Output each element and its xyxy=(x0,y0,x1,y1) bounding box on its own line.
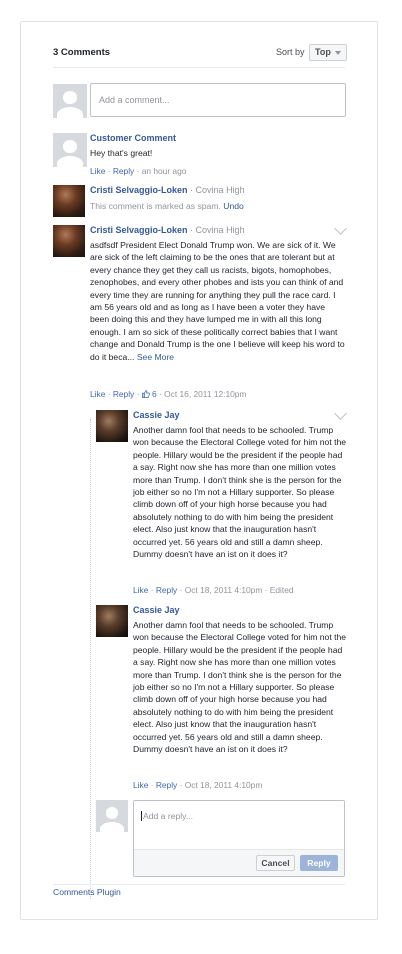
undo-link[interactable]: Undo xyxy=(223,201,244,211)
timestamp[interactable]: Oct 18, 2011 4:10pm xyxy=(185,585,263,595)
reply-link[interactable]: Reply xyxy=(156,780,177,790)
chevron-down-icon[interactable] xyxy=(334,222,347,235)
add-reply-input[interactable]: Add a reply... xyxy=(134,801,344,849)
reply-author[interactable]: Cassie Jay xyxy=(133,605,180,615)
sort-by-label: Sort by xyxy=(276,47,305,57)
like-link[interactable]: Like xyxy=(133,780,148,790)
reply-author[interactable]: Cassie Jay xyxy=(133,410,180,420)
timestamp[interactable]: Oct 16, 2011 12:10pm xyxy=(164,389,246,399)
comment-count: 3 Comments xyxy=(53,47,111,58)
avatar[interactable] xyxy=(53,225,85,257)
reply-actions: Like · Reply · Oct 18, 2011 4:10pm xyxy=(133,780,263,790)
comments-plugin-link[interactable]: Comments Plugin xyxy=(53,887,121,897)
header-divider xyxy=(53,67,345,68)
like-count[interactable]: 6 xyxy=(152,389,157,399)
comment-author[interactable]: Cristi Selvaggio-Loken xyxy=(90,185,188,195)
thumbs-up-icon xyxy=(141,390,150,398)
reply-text: Another damn fool that needs to be schoo… xyxy=(133,425,347,560)
reply-link[interactable]: Reply xyxy=(113,166,134,176)
reply-actions: Like · Reply · Oct 18, 2011 4:10pm · Edi… xyxy=(133,585,294,595)
timestamp[interactable]: Oct 18, 2011 4:10pm xyxy=(185,780,263,790)
composer-avatar xyxy=(53,84,87,118)
comment-header: Cristi Selvaggio-Loken · Covina High xyxy=(90,185,245,195)
avatar[interactable] xyxy=(96,605,128,637)
reply-composer-footer: Cancel Reply xyxy=(134,849,344,876)
reply-composer: Add a reply... Cancel Reply xyxy=(133,800,345,877)
reply-link[interactable]: Reply xyxy=(113,389,134,399)
like-link[interactable]: Like xyxy=(90,389,105,399)
reply-thread-line xyxy=(90,419,91,899)
spam-notice: This comment is marked as spam. Undo xyxy=(90,201,244,211)
like-link[interactable]: Like xyxy=(133,585,148,595)
reply-placeholder: Add a reply... xyxy=(143,811,193,821)
edited-label: Edited xyxy=(269,585,294,595)
comment-actions: Like · Reply · 6 · Oct 16, 2011 12:10pm xyxy=(90,389,247,399)
chevron-down-icon xyxy=(335,51,341,55)
comments-plugin-frame: 3 Comments Sort by Top Add a comment... … xyxy=(20,21,378,920)
comment-author[interactable]: Customer Comment xyxy=(90,133,176,143)
timestamp[interactable]: an hour ago xyxy=(142,166,187,176)
cancel-button[interactable]: Cancel xyxy=(256,855,295,871)
comment-author[interactable]: Cristi Selvaggio-Loken xyxy=(90,225,188,235)
like-link[interactable]: Like xyxy=(90,166,105,176)
reply-text: Another damn fool that needs to be schoo… xyxy=(133,620,347,755)
avatar[interactable] xyxy=(96,410,128,442)
avatar[interactable] xyxy=(53,185,85,217)
comment-text: asdfsdf President Elect Donald Trump won… xyxy=(90,239,346,363)
footer-divider xyxy=(53,884,345,885)
author-school[interactable]: Covina High xyxy=(196,185,245,195)
comment-body: asdfsdf President Elect Donald Trump won… xyxy=(90,240,345,362)
sort-dropdown[interactable]: Top xyxy=(309,44,347,61)
comment-header: Cristi Selvaggio-Loken · Covina High xyxy=(90,225,245,235)
add-comment-input[interactable]: Add a comment... xyxy=(90,83,346,117)
avatar[interactable] xyxy=(53,133,87,167)
chevron-down-icon[interactable] xyxy=(334,407,347,420)
author-school[interactable]: Covina High xyxy=(196,225,245,235)
see-more-link[interactable]: See More xyxy=(137,352,174,362)
spam-text: This comment is marked as spam. xyxy=(90,201,221,211)
comment-text: Hey that's great! xyxy=(90,148,153,158)
reply-button[interactable]: Reply xyxy=(300,855,338,871)
reply-link[interactable]: Reply xyxy=(156,585,177,595)
comment-actions: Like · Reply · an hour ago xyxy=(90,166,187,176)
sort-value: Top xyxy=(315,47,331,57)
reply-composer-avatar xyxy=(96,800,128,832)
text-cursor xyxy=(141,811,142,821)
